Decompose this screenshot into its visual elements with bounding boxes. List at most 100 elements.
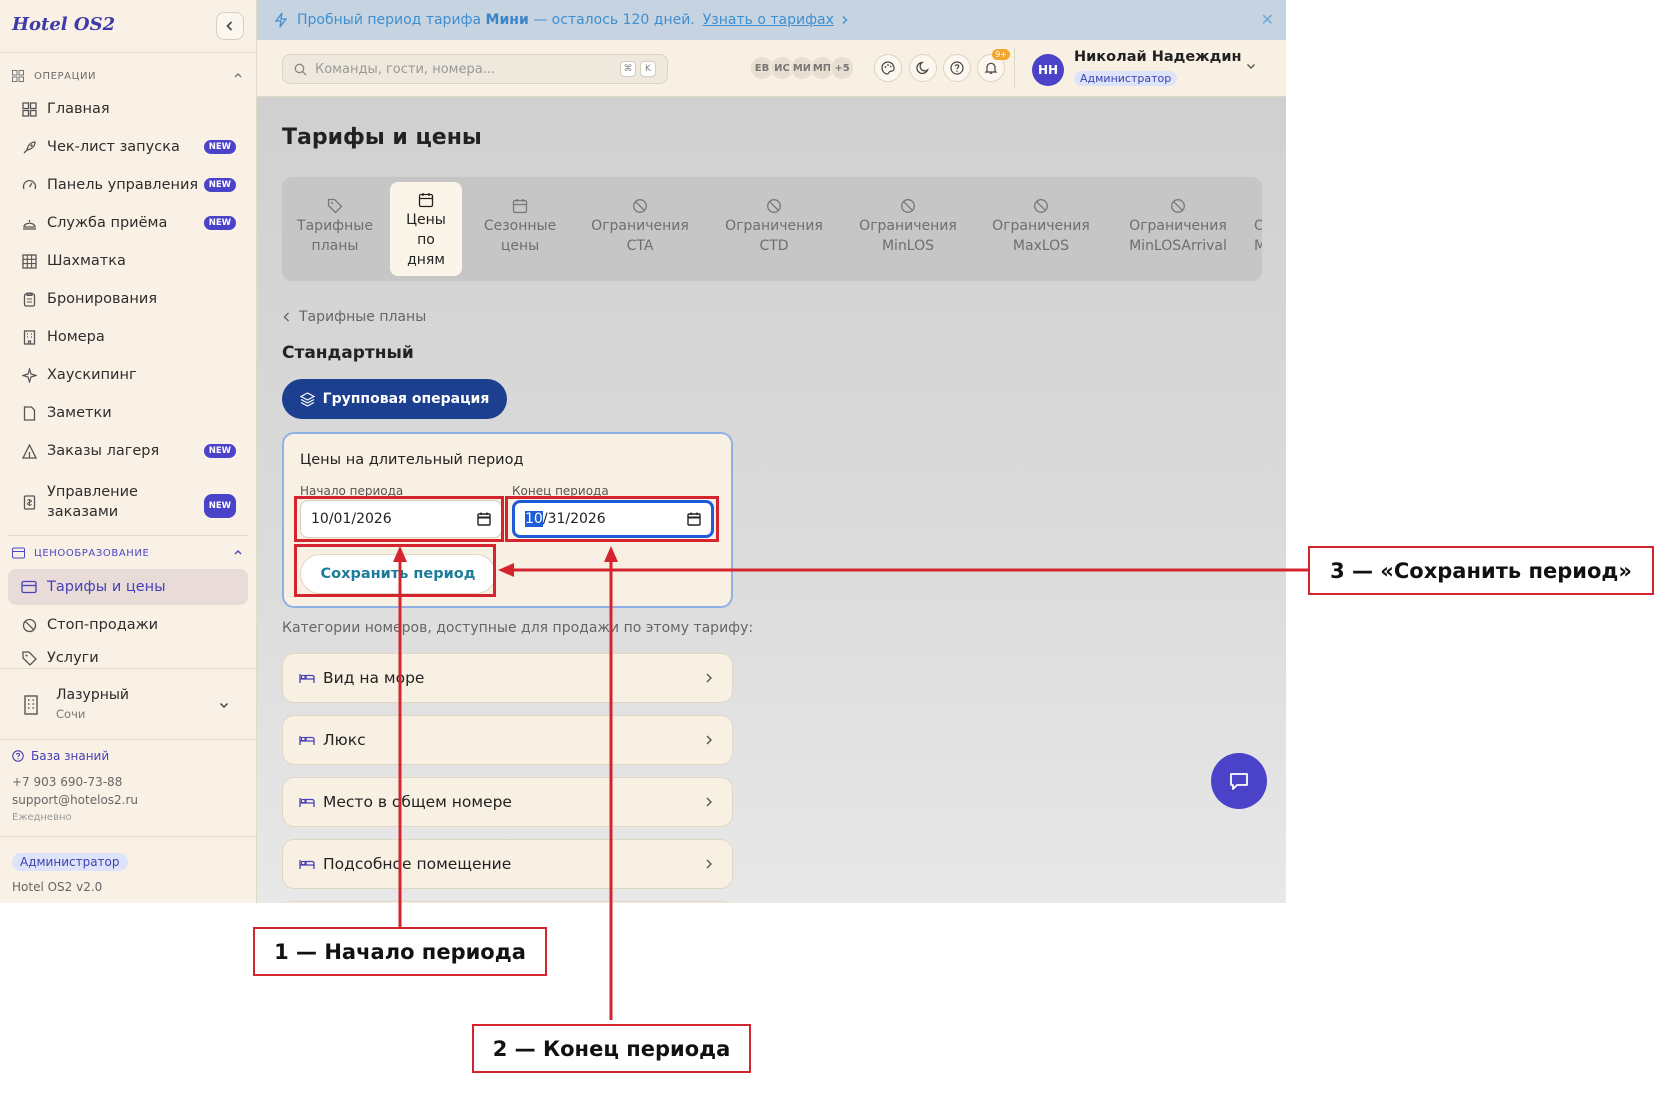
sidebar-item-label: Чек-лист запуска <box>47 139 180 155</box>
sidebar-item-services[interactable]: Услуги <box>8 645 248 667</box>
annotation-1: 1 — Начало периода <box>253 927 547 976</box>
sidebar-item-bookings[interactable]: Бронирования <box>8 281 248 317</box>
grid-icon <box>21 253 37 269</box>
room-category-item[interactable]: Люкс <box>282 715 733 765</box>
room-category-item[interactable] <box>282 901 733 903</box>
receipt-icon <box>21 494 37 510</box>
new-badge: NEW <box>203 444 236 458</box>
room-category-item[interactable]: Место в общем номере <box>282 777 733 827</box>
ban-icon <box>767 199 781 213</box>
highlight-end-date <box>505 496 719 542</box>
tab-label: Ma <box>1254 238 1262 254</box>
sidebar-item-front-desk[interactable]: Служба приёма NEW <box>8 205 248 241</box>
tab-label: планы <box>311 238 359 254</box>
tab-label: дням <box>407 252 445 268</box>
tab-label: Ограничения <box>992 218 1090 234</box>
bell-icon <box>984 62 998 74</box>
search-input[interactable]: Команды, гости, номера... ⌘ K <box>282 54 668 84</box>
section-operations[interactable]: ОПЕРАЦИИ <box>12 68 244 84</box>
bed-icon <box>299 736 315 745</box>
user-avatar[interactable]: НН <box>1032 54 1064 86</box>
tab-restrictions-maxlos[interactable]: Ограничения MaxLOS <box>979 182 1103 276</box>
trial-suffix: — осталось 120 дней. <box>533 12 695 28</box>
chevron-right-icon <box>706 859 712 869</box>
section-operations-label: ОПЕРАЦИИ <box>34 70 97 82</box>
collapse-sidebar-button[interactable] <box>216 12 244 40</box>
sidebar-item-camp-orders[interactable]: Заказы лагеря NEW <box>8 433 248 469</box>
tab-restrictions-more[interactable]: Ог Ma <box>1250 182 1262 276</box>
room-category-label: Место в общем номере <box>323 793 512 811</box>
learn-plans-link[interactable]: Узнать о тарифах <box>703 12 834 28</box>
calendar-icon <box>418 193 434 208</box>
user-role-badge: Администратор <box>1074 71 1178 86</box>
user-name[interactable]: Николай Надеждин <box>1074 49 1242 65</box>
bed-icon <box>299 674 315 683</box>
sidebar-item-label: Бронирования <box>47 291 158 307</box>
sidebar-item-home[interactable]: Главная <box>8 91 248 127</box>
chevron-left-icon <box>226 21 233 31</box>
room-category-item[interactable]: Подсобное помещение <box>282 839 733 889</box>
help-icon <box>950 61 964 75</box>
sidebar-item-rooms[interactable]: Номера <box>8 319 248 355</box>
sidebar-header: Hotel OS2 <box>0 0 256 53</box>
sidebar-item-order-management[interactable]: Управление заказами NEW <box>8 478 248 526</box>
chevron-up-icon <box>234 550 242 555</box>
knowledge-base-label: База знаний <box>31 749 110 763</box>
sidebar-item-chessboard[interactable]: Шахматка <box>8 243 248 279</box>
group-operation-button[interactable]: Групповая операция <box>282 379 507 419</box>
dark-mode-button[interactable] <box>909 54 937 82</box>
tab-restrictions-cta[interactable]: Ограничения CTA <box>578 182 702 276</box>
chevron-up-icon <box>234 73 242 78</box>
tab-rate-plans[interactable]: Тарифные планы <box>286 182 384 276</box>
tab-restrictions-minlos[interactable]: Ограничения MinLOS <box>846 182 970 276</box>
back-to-rate-plans-link[interactable]: Тарифные планы <box>282 309 426 325</box>
room-category-label: Подсобное помещение <box>323 855 512 873</box>
bed-icon <box>299 798 315 807</box>
theme-palette-button[interactable] <box>874 54 902 82</box>
trial-banner: Пробный период тарифа Мини — осталось 12… <box>257 0 1286 40</box>
chat-icon <box>1230 773 1248 790</box>
card-icon <box>21 579 37 595</box>
role-badge: Администратор <box>12 853 128 871</box>
online-users[interactable]: ЕВ ИС МИ МП +5 <box>750 56 854 80</box>
close-banner-button[interactable]: ✕ <box>1261 10 1274 29</box>
tab-restrictions-minlosarrival[interactable]: Ограничения MinLOSArrival <box>1108 182 1248 276</box>
chat-button[interactable] <box>1211 753 1267 809</box>
hotel-name: Лазурный <box>56 687 130 703</box>
sidebar-item-label: Стоп-продажи <box>47 617 159 633</box>
help-button[interactable] <box>943 54 971 82</box>
tab-seasonal-prices[interactable]: Сезонные цены <box>468 182 572 276</box>
highlight-start-date <box>294 496 504 542</box>
note-icon <box>21 405 37 421</box>
support-phone[interactable]: +7 903 690-73-88 <box>12 775 122 789</box>
section-pricing[interactable]: ЦЕНООБРАЗОВАНИЕ <box>12 545 244 561</box>
room-category-item[interactable]: Вид на море <box>282 653 733 703</box>
sidebar-item-launch-checklist[interactable]: Чек-лист запуска NEW <box>8 129 248 165</box>
support-email[interactable]: support@hotelos2.ru <box>12 793 138 807</box>
layers-icon <box>299 391 315 407</box>
hotel-city: Сочи <box>56 707 86 721</box>
chevron-down-icon[interactable] <box>1245 60 1257 72</box>
sidebar-item-rates-and-prices[interactable]: Тарифы и цены <box>8 569 248 605</box>
chevron-right-icon <box>706 735 712 745</box>
page-title: Тарифы и цены <box>282 125 482 150</box>
tab-label: Ограничения <box>1129 218 1227 234</box>
gauge-icon <box>21 177 37 193</box>
tab-restrictions-ctd[interactable]: Ограничения CTD <box>712 182 836 276</box>
tab-daily-prices[interactable]: Цены по дням <box>390 182 462 276</box>
hotel-switcher[interactable]: Лазурный Сочи <box>0 668 257 740</box>
knowledge-base-link[interactable]: База знаний <box>12 749 109 763</box>
card-icon <box>12 546 26 560</box>
sidebar-item-stop-sales[interactable]: Стоп-продажи <box>8 607 248 643</box>
sidebar: Hotel OS2 ОПЕРАЦИИ Главная Чек-лист запу… <box>0 0 257 903</box>
tab-label: CTD <box>759 238 789 254</box>
sidebar-item-notes[interactable]: Заметки <box>8 395 248 431</box>
notifications-button[interactable]: 9+ <box>977 49 1010 82</box>
tab-label: MinLOS <box>881 238 935 254</box>
sidebar-item-housekeeping[interactable]: Хаускипинг <box>8 357 248 393</box>
sidebar-item-control-panel[interactable]: Панель управления NEW <box>8 167 248 203</box>
sidebar-item-label: Хаускипинг <box>47 367 137 383</box>
sidebar-item-label: Заказы лагеря <box>47 443 160 459</box>
tag-icon <box>327 198 343 214</box>
tab-label: MinLOSArrival <box>1129 238 1227 254</box>
